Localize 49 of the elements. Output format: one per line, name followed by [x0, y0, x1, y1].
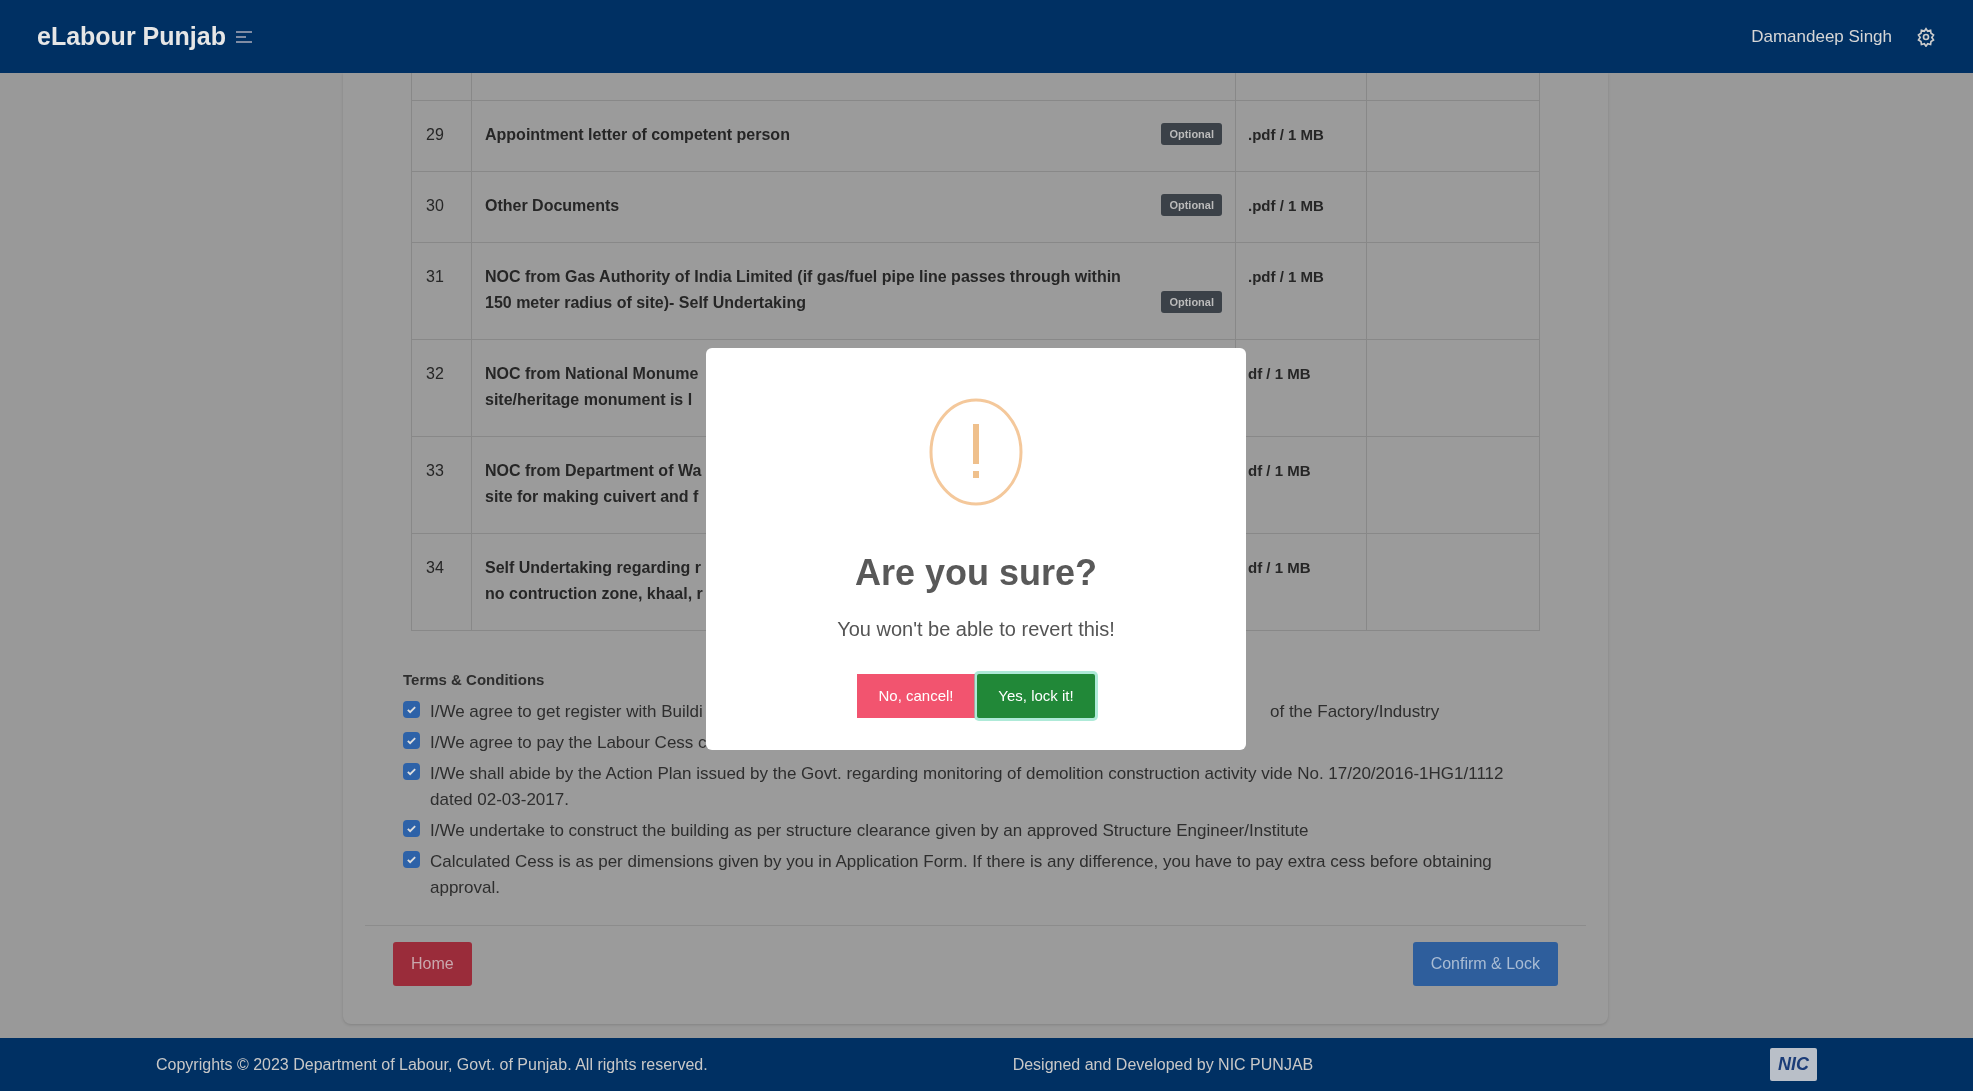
row-number: 31: [412, 243, 472, 339]
confirm-lock-button[interactable]: Confirm & Lock: [1412, 941, 1558, 986]
user-name[interactable]: Damandeep Singh: [1751, 23, 1892, 50]
terms-title: Terms & Conditions: [403, 670, 546, 690]
checkbox[interactable]: [403, 731, 420, 749]
brand-title: eLabour Punjab: [37, 20, 226, 52]
confirm-button[interactable]: Yes, lock it!: [977, 674, 1095, 718]
terms-text: I/We agree to get register with Buildi: [430, 700, 704, 723]
credit-text: Designed and Developed by NIC PUNJAB: [1012, 1054, 1314, 1075]
checkbox[interactable]: [403, 700, 420, 718]
dialog-title: Are you sure?: [854, 551, 1098, 595]
checkbox[interactable]: [403, 762, 420, 780]
row-number: 30: [412, 172, 472, 242]
dialog-message: You won't be able to revert this!: [837, 617, 1115, 642]
checkbox[interactable]: [403, 819, 420, 837]
home-button[interactable]: Home: [393, 941, 472, 986]
row-number: 34: [412, 534, 472, 630]
copyright-text: Copyrights © 2023 Department of Labour, Govt. of Punjab. All rights reserved.: [156, 1054, 708, 1075]
checkbox[interactable]: [403, 850, 420, 868]
terms-text: I/We undertake to construct the building as per structure clearance given by an approved Structure Engineer/Institute: [430, 819, 1309, 842]
terms-text: I/We agree to pay the Labour Cess c: [430, 731, 707, 754]
file-format: df / 1 MB: [1248, 462, 1311, 479]
warning-icon: [928, 398, 1024, 506]
row-number: 32: [412, 340, 472, 436]
optional-badge: Optional: [1161, 290, 1222, 313]
file-format: df / 1 MB: [1248, 559, 1311, 576]
document-name: site/heritage monument is l: [485, 390, 694, 410]
document-name: NOC from National Monume: [485, 364, 699, 384]
document-name: NOC from Gas Authority of India Limited (if gas/fuel pipe line passes through within 150 meter radius of site)- Self Undertaking: [485, 267, 1122, 313]
row-number: 29: [412, 101, 472, 171]
document-name: Other Documents: [485, 196, 621, 216]
document-name: Self Undertaking regarding r: [485, 558, 703, 578]
file-format: df / 1 MB: [1248, 365, 1311, 382]
terms-text: I/We shall abide by the Action Plan issued by the Govt. regarding monitoring of demolition construction activity vide No. 17/20/2016-1HG1/1112 dated 02-03-2017.: [430, 762, 1505, 811]
optional-badge: Optional: [1161, 193, 1222, 216]
terms-text: of the Factory/Industry: [1270, 700, 1440, 723]
document-name: site for making cuivert and f: [485, 487, 700, 507]
nic-logo: NIC: [1770, 1048, 1817, 1081]
file-format: .pdf / 1 MB: [1248, 126, 1324, 143]
file-format: .pdf / 1 MB: [1248, 197, 1324, 214]
document-name: Appointment letter of competent person: [485, 125, 791, 145]
document-name: NOC from Department of Wa: [485, 461, 702, 481]
terms-text: Calculated Cess is as per dimensions given by you in Application Form. If there is any difference, you have to pay extra cess before obtaining approval.: [430, 850, 1493, 899]
optional-badge: Optional: [1161, 122, 1222, 145]
document-name: no contruction zone, khaal, r: [485, 584, 703, 604]
row-number: 33: [412, 437, 472, 533]
settings-icon[interactable]: [1916, 26, 1936, 47]
file-format: .pdf / 1 MB: [1248, 268, 1324, 285]
cancel-button[interactable]: No, cancel!: [857, 674, 975, 718]
